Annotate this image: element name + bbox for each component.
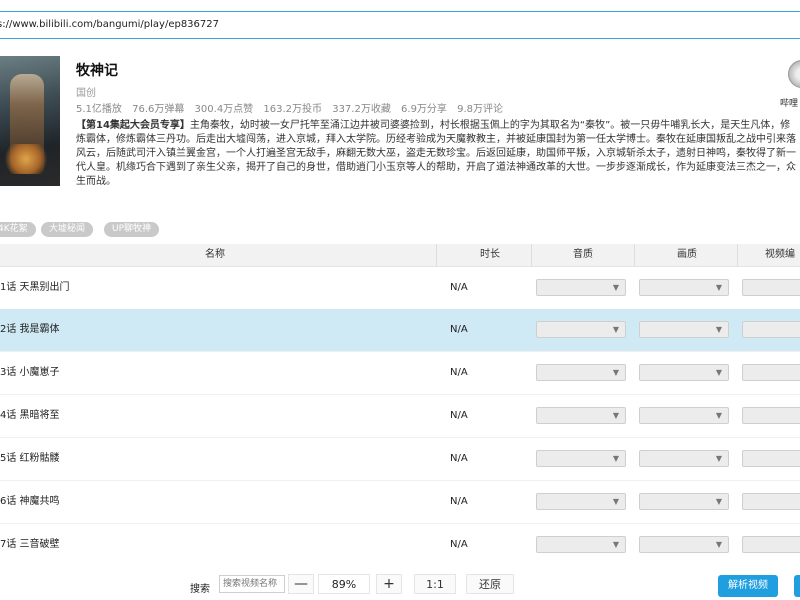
uploader-name[interactable]: 哔哩 [780, 96, 798, 109]
search-label: 搜索 [190, 584, 210, 595]
show-type: 国创 [76, 88, 96, 99]
chevron-down-icon: ▼ [715, 368, 722, 377]
chevron-down-icon: ▼ [715, 325, 722, 334]
actual-size-button[interactable]: 1:1 [414, 574, 456, 594]
chevron-down-icon: ▼ [612, 368, 619, 377]
video-quality-select[interactable]: ▼ [639, 364, 729, 381]
chevron-down-icon: ▼ [715, 283, 722, 292]
chevron-down-icon: ▼ [612, 497, 619, 506]
download-button[interactable] [794, 575, 800, 597]
stat-danmaku: 76.6万弹幕 [132, 104, 185, 115]
video-quality-select[interactable]: ▼ [639, 450, 729, 467]
codec-select[interactable]: ▼ [742, 279, 800, 296]
address-text: s://www.bilibili.com/bangumi/play/ep8367… [0, 19, 219, 30]
stat-coins: 163.2万投币 [263, 104, 323, 115]
zoom-out-button[interactable]: — [288, 574, 314, 594]
codec-select[interactable]: ▼ [742, 450, 800, 467]
video-quality-select[interactable]: ▼ [639, 321, 729, 338]
table-row[interactable]: 1话 天黑别出门 N/A ▼ ▼ ▼ [0, 267, 800, 310]
tag-up-talk[interactable]: UP聊牧神 [104, 222, 160, 237]
header-duration[interactable]: 时长 [480, 244, 500, 266]
stat-likes: 300.4万点赞 [194, 104, 254, 115]
chevron-down-icon: ▼ [612, 325, 619, 334]
audio-quality-select[interactable]: ▼ [536, 279, 626, 296]
cover-image [0, 56, 60, 186]
codec-select[interactable]: ▼ [742, 407, 800, 424]
audio-quality-select[interactable]: ▼ [536, 493, 626, 510]
episode-name: 6话 神魔共鸣 [0, 496, 60, 507]
chevron-down-icon: ▼ [715, 497, 722, 506]
episode-name: 3话 小魔崽子 [0, 367, 60, 378]
episode-duration: N/A [450, 324, 468, 335]
chevron-down-icon: ▼ [715, 540, 722, 549]
codec-select[interactable]: ▼ [742, 493, 800, 510]
video-quality-select[interactable]: ▼ [639, 493, 729, 510]
audio-quality-select[interactable]: ▼ [536, 321, 626, 338]
episode-name: 1话 天黑别出门 [0, 282, 70, 293]
audio-quality-select[interactable]: ▼ [536, 364, 626, 381]
stat-favorites: 337.2万收藏 [332, 104, 391, 115]
chevron-down-icon: ▼ [612, 540, 619, 549]
address-bar[interactable]: s://www.bilibili.com/bangumi/play/ep8367… [0, 11, 800, 39]
chevron-down-icon: ▼ [715, 411, 722, 420]
episode-duration: N/A [450, 410, 468, 421]
episode-duration: N/A [450, 496, 468, 507]
chevron-down-icon: ▼ [612, 454, 619, 463]
episode-duration: N/A [450, 453, 468, 464]
chevron-down-icon: ▼ [612, 283, 619, 292]
table-row[interactable]: 4话 黑暗将至 N/A ▼ ▼ ▼ [0, 395, 800, 438]
audio-quality-select[interactable]: ▼ [536, 536, 626, 553]
video-quality-select[interactable]: ▼ [639, 279, 729, 296]
episode-duration: N/A [450, 282, 468, 293]
search-input[interactable] [219, 575, 285, 593]
stat-comments: 9.8万评论 [457, 104, 504, 115]
video-quality-select[interactable]: ▼ [639, 407, 729, 424]
episode-duration: N/A [450, 367, 468, 378]
chevron-down-icon: ▼ [612, 411, 619, 420]
video-quality-select[interactable]: ▼ [639, 536, 729, 553]
parse-video-button[interactable]: 解析视频 [718, 575, 778, 597]
restore-button[interactable]: 还原 [466, 574, 514, 594]
header-audio[interactable]: 音质 [573, 244, 593, 266]
show-stats: 5.1亿播放 76.6万弹幕 300.4万点赞 163.2万投币 337.2万收… [76, 100, 510, 115]
table-row[interactable]: 6话 神魔共鸣 N/A ▼ ▼ ▼ [0, 481, 800, 524]
episode-duration: N/A [450, 539, 468, 550]
tag-4k-extras[interactable]: 4K花絮 [0, 222, 36, 237]
audio-quality-select[interactable]: ▼ [536, 450, 626, 467]
table-row[interactable]: 3话 小魔崽子 N/A ▼ ▼ ▼ [0, 352, 800, 395]
audio-quality-select[interactable]: ▼ [536, 407, 626, 424]
codec-select[interactable]: ▼ [742, 536, 800, 553]
table-row[interactable]: 2话 我是霸体 N/A ▼ ▼ ▼ [0, 309, 800, 352]
episode-name: 7话 三音破壁 [0, 539, 60, 550]
description-highlight: 【第14集起大会员专享】 [76, 120, 190, 131]
codec-select[interactable]: ▼ [742, 364, 800, 381]
header-codec[interactable]: 视频编 [765, 244, 795, 266]
stat-shares: 6.9万分享 [401, 104, 447, 115]
episode-name: 5话 红粉骷髅 [0, 453, 60, 464]
stat-views: 5.1亿播放 [76, 104, 122, 115]
zoom-in-button[interactable]: + [376, 574, 402, 594]
header-name[interactable]: 名称 [205, 244, 225, 266]
table-row[interactable]: 7话 三音破壁 N/A ▼ ▼ ▼ [0, 524, 800, 567]
episode-name: 2话 我是霸体 [0, 324, 60, 335]
episode-name: 4话 黑暗将至 [0, 410, 60, 421]
chevron-down-icon: ▼ [715, 454, 722, 463]
show-title: 牧神记 [76, 63, 118, 79]
zoom-level: 89% [318, 574, 370, 594]
episode-table-header: 名称 时长 音质 画质 视频编 [0, 244, 800, 267]
codec-select[interactable]: ▼ [742, 321, 800, 338]
header-video-quality[interactable]: 画质 [677, 244, 697, 266]
table-row[interactable]: 5话 红粉骷髅 N/A ▼ ▼ ▼ [0, 438, 800, 481]
uploader-avatar[interactable] [788, 60, 800, 88]
show-description: 【第14集起大会员专享】主角秦牧，幼时被一女尸托竿至涌江边井被司婆婆捡到，村长根… [76, 119, 800, 191]
tag-daxu-secrets[interactable]: 大墟秘闻 [41, 222, 94, 237]
